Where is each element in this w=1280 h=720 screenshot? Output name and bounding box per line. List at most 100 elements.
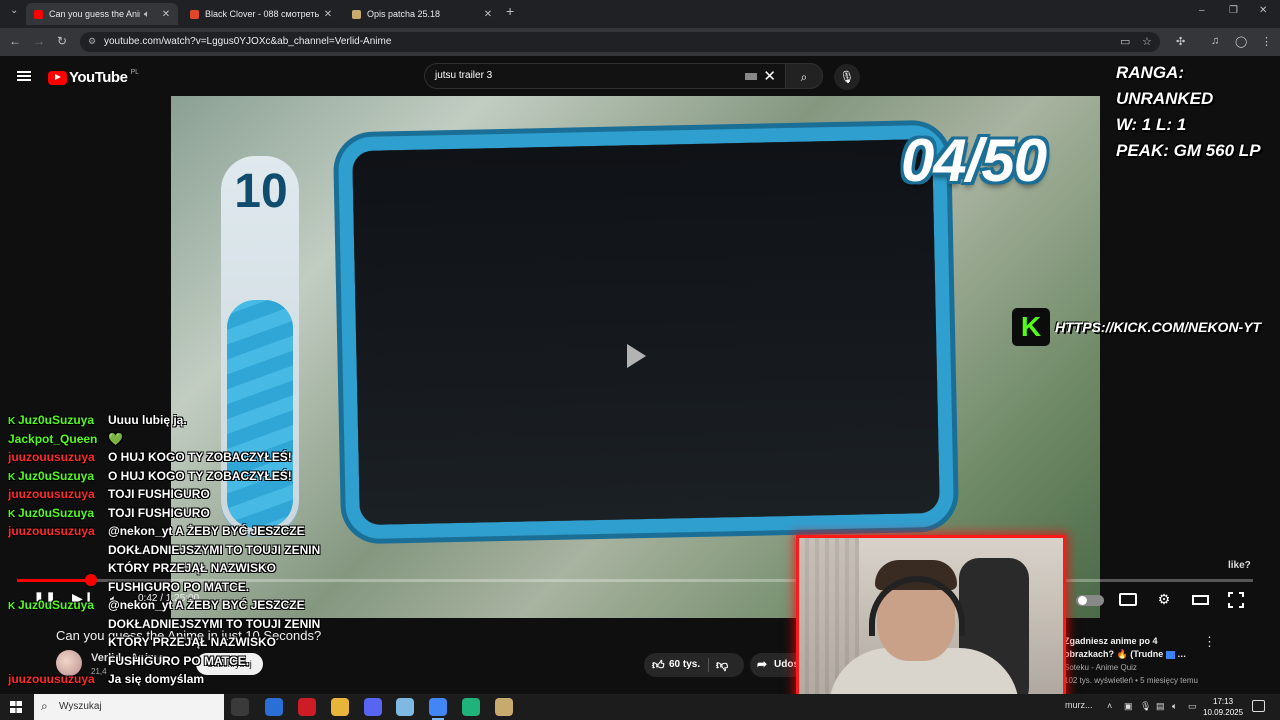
chat-username: K Juz0uSuzuya [8, 596, 108, 617]
question-counter: 04/50 [901, 127, 1047, 194]
chat-message: K Juz0uSuzuya @nekon_yt A ŻEBY BYĆ JESZCZE… [8, 596, 338, 670]
hamburger-menu-icon[interactable] [17, 71, 31, 81]
explorer-icon[interactable] [331, 698, 349, 716]
taskbar-search[interactable]: ⌕ Wyszukaj [34, 694, 224, 720]
peak-line: PEAK: GM 560 LP [1116, 141, 1261, 160]
league-favicon-icon [352, 9, 361, 19]
minimize-button[interactable]: – [1199, 5, 1205, 16]
tray-chevron-icon[interactable]: ˄ [1107, 701, 1112, 711]
chat-message: juuzouusuzuya @nekon_yt A ŻEBY BYĆ JESZCZ… [8, 522, 338, 596]
chat-username-text: Juz0uSuzuya [18, 505, 95, 520]
rec-title-text: Zgadniesz anime po 4 obrazkach? 🔥 (Trudn… [1064, 636, 1164, 659]
speaker-icon[interactable]: 🔈︎ [1172, 701, 1177, 712]
search-input[interactable]: jutsu trailer 3 ✕ [424, 63, 786, 89]
youtube-favicon-icon [34, 9, 43, 19]
theatre-mode-icon[interactable] [1192, 595, 1209, 605]
reload-icon[interactable]: ↻ [57, 34, 67, 48]
thumbs-down-icon[interactable]: 👎︎ [716, 658, 728, 673]
video-overlay-text: like? [1228, 560, 1251, 571]
settings-gear-icon[interactable]: ⚙ [1154, 591, 1174, 609]
discord-icon[interactable] [364, 698, 382, 716]
chat-username: juuzouusuzuya [8, 485, 108, 504]
kick-url: HTTPS://KICK.COM/NEKON-YT [1055, 319, 1262, 335]
subtitles-icon[interactable] [1119, 593, 1137, 606]
chat-username-text: juuzouusuzuya [8, 450, 95, 464]
recommended-video-title[interactable]: Zgadniesz anime po 4 obrazkach? 🔥 (Trudn… [1064, 635, 1204, 661]
site-favicon-icon [190, 9, 199, 19]
clear-search-icon[interactable]: ✕ [763, 67, 776, 85]
tab-close-icon[interactable]: ✕ [321, 9, 335, 20]
tab-black-clover[interactable]: Black Clover - 088 смотреть ан ✕ [182, 3, 340, 25]
recommended-channel[interactable]: Soteku - Anime Quiz [1064, 663, 1137, 672]
screen: ⌄ Can you guess the Anime b 🔈︎ ✕ Black C… [0, 0, 1280, 720]
share-arrow-icon: ➦ [757, 657, 768, 671]
country-code: PL [130, 69, 139, 76]
league-icon[interactable] [495, 698, 513, 716]
chat-username: K Juz0uSuzuya [8, 411, 108, 432]
profile-icon[interactable]: ◯ [1235, 35, 1247, 48]
chat-username-text: Jackpot_Queen [8, 431, 98, 446]
voice-search-button[interactable]: 🎙︎ [834, 64, 860, 90]
chat-username: K Juz0uSuzuya [8, 467, 108, 488]
site-info-icon[interactable]: ⚙ [88, 36, 96, 47]
center-play-icon[interactable] [627, 344, 646, 368]
tab-youtube[interactable]: Can you guess the Anime b 🔈︎ ✕ [26, 3, 178, 25]
browser-tab-bar: ⌄ Can you guess the Anime b 🔈︎ ✕ Black C… [0, 0, 1280, 28]
blue-square-icon [1165, 650, 1175, 659]
tab-close-icon[interactable]: ✕ [481, 9, 495, 20]
bookmark-star-icon[interactable]: ☆ [1142, 35, 1152, 48]
youtube-header: YouTube PL jutsu trailer 3 ✕ ⌕ 🎙︎ [0, 56, 1280, 96]
kick-badge-icon: K [8, 601, 16, 612]
thumbs-up-icon[interactable]: 👍︎ [652, 658, 665, 673]
extensions-icon[interactable]: ✣ [1176, 35, 1185, 48]
taskbar-clock[interactable]: 17:13 10.09.2025 [1203, 696, 1243, 718]
close-window-button[interactable]: ✕ [1259, 5, 1267, 16]
tab-search-icon[interactable]: ⌄ [10, 5, 18, 16]
url-text: youtube.com/watch?v=Lggus0YJOXc&ab_chann… [104, 36, 392, 47]
media-control-icon[interactable]: ♫ [1211, 35, 1219, 47]
app-blue-icon[interactable] [265, 698, 283, 716]
tab-patch-notes[interactable]: Opis patcha 25.18 ✕ [344, 3, 500, 25]
task-view-icon[interactable] [231, 698, 249, 716]
more-options-icon[interactable]: ⋮ [1203, 634, 1216, 650]
record-line: W: 1 L: 1 [1116, 115, 1187, 134]
rank-line: RANGA: UNRANKED [1116, 63, 1214, 108]
network-icon[interactable]: ▤ [1156, 701, 1165, 712]
fullscreen-icon[interactable] [1227, 591, 1245, 609]
chat-message: juuzouusuzuya Ja się domyślam [8, 670, 338, 689]
address-bar[interactable]: ⚙ youtube.com/watch?v=Lggus0YJOXc&ab_cha… [80, 32, 1160, 52]
forward-arrow-icon[interactable]: → [33, 34, 45, 48]
chat-username-text: Juz0uSuzuya [18, 598, 95, 612]
back-arrow-icon[interactable]: ← [9, 34, 21, 48]
chat-username-text: Juz0uSuzuya [18, 413, 95, 427]
browser-menu-icon[interactable]: ⋮ [1261, 35, 1272, 48]
keyboard-icon[interactable] [745, 73, 757, 80]
autoplay-toggle[interactable] [1076, 595, 1104, 606]
notifications-icon[interactable] [1252, 700, 1265, 712]
quiz-timer-number: 10 [234, 165, 288, 218]
chat-message: juuzouusuzuya TOJI FUSHIGURO [8, 485, 338, 504]
chat-message: K Juz0uSuzuya O HUJ KOGO TY ZOBACZYŁEŚ! [8, 467, 338, 486]
audio-icon[interactable]: 🔈︎ [140, 9, 154, 20]
tab-title: Can you guess the Anime b [49, 9, 140, 19]
maximize-button[interactable]: ❐ [1229, 5, 1238, 16]
app-light-icon[interactable] [396, 698, 414, 716]
battery-icon[interactable]: ▭ [1188, 701, 1197, 712]
microphone-icon[interactable]: 🎙︎ [1140, 701, 1151, 712]
chat-username: juuzouusuzuya [8, 670, 108, 689]
search-button[interactable]: ⌕ [785, 63, 823, 89]
youtube-logo[interactable]: YouTube PL [48, 69, 139, 86]
chrome-icon[interactable] [429, 698, 447, 720]
recommended-meta: 102 tys. wyświetleń • 5 miesięcy temu [1064, 676, 1198, 685]
tray-app-icon[interactable]: ▣ [1124, 701, 1133, 712]
quiz-image-frame [337, 124, 955, 540]
opera-icon[interactable] [298, 698, 316, 716]
like-count[interactable]: 60 tys. [669, 659, 700, 670]
taskbar-search-placeholder: Wyszukaj [59, 701, 102, 712]
tab-close-icon[interactable]: ✕ [159, 9, 173, 20]
app-green-icon[interactable] [462, 698, 480, 716]
new-tab-button[interactable]: + [506, 3, 514, 19]
cast-icon[interactable]: ▭ [1120, 35, 1130, 48]
divider [708, 658, 709, 672]
windows-start-icon[interactable] [10, 701, 22, 713]
